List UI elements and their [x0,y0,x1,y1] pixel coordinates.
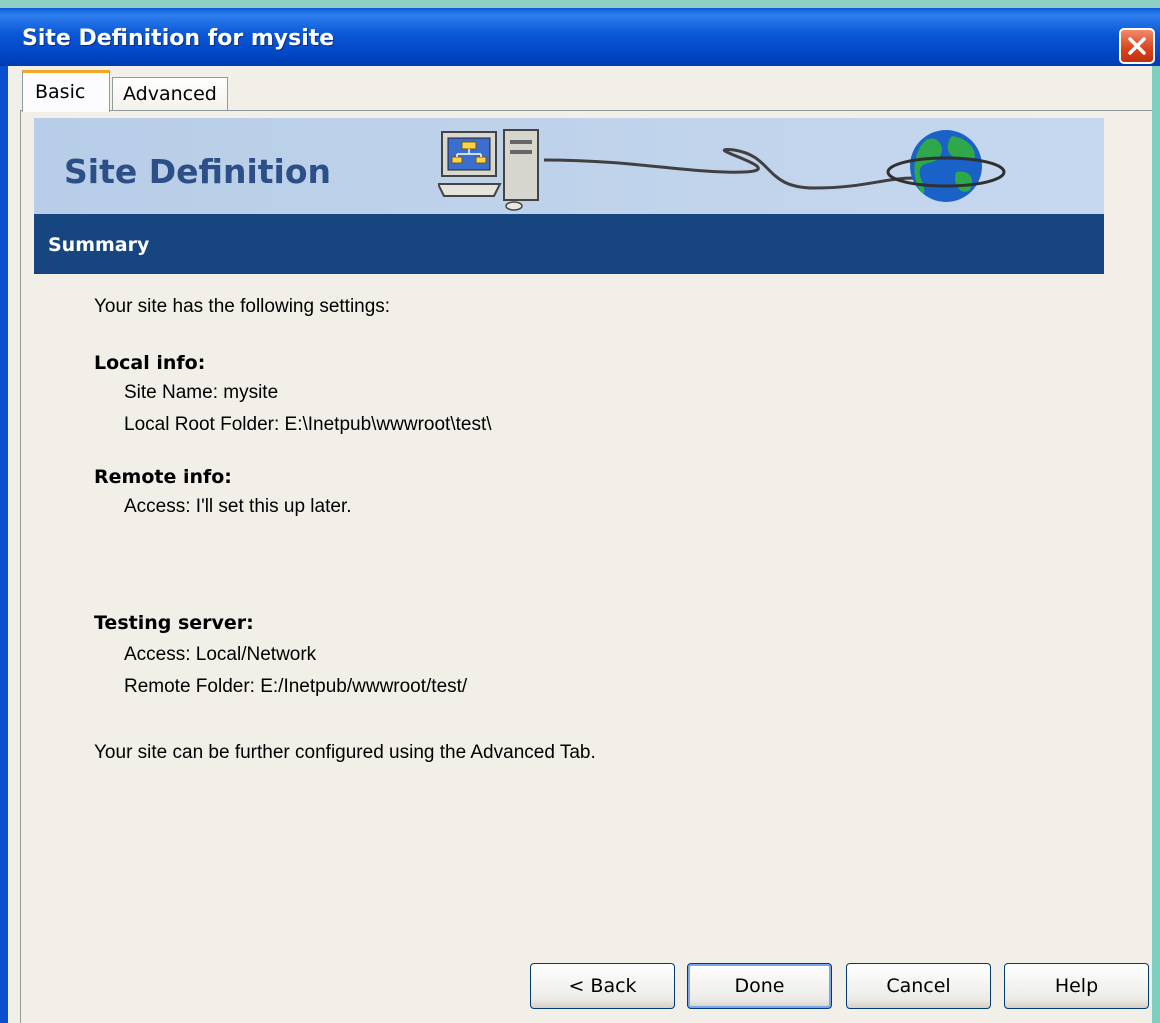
intro-text: Your site has the following settings: [94,296,391,317]
summary-title: Summary [48,234,150,256]
footer-note: Your site can be further configured usin… [94,742,596,763]
banner-title: Site Definition [64,152,332,191]
globe-icon [886,130,1006,202]
summary-bar: Summary [34,214,1104,274]
close-icon [1128,37,1146,55]
window-frame-right [1152,66,1160,1023]
done-button[interactable]: Done [687,963,832,1009]
testing-server-heading: Testing server: [94,612,254,634]
help-button[interactable]: Help [1004,963,1149,1009]
tab-basic[interactable]: Basic [22,70,110,112]
site-name-value: Site Name: mysite [124,382,279,403]
testing-access-value: Access: Local/Network [124,644,317,665]
remote-folder-value: Remote Folder: E:/Inetpub/wwwroot/test/ [124,676,468,697]
computer-icon [438,129,539,211]
back-button[interactable]: < Back [530,963,675,1009]
close-button[interactable] [1119,28,1155,64]
header-banner: Site Definition [34,118,1104,214]
tab-advanced-label: Advanced [123,83,217,105]
network-cable [544,148,914,190]
local-info-heading: Local info: [94,352,206,374]
remote-info-heading: Remote info: [94,466,232,488]
cancel-button[interactable]: Cancel [846,963,991,1009]
tab-advanced[interactable]: Advanced [112,77,228,111]
site-definition-dialog: Site Definition for mysite Basic Advance… [0,0,1160,1023]
remote-access-value: Access: I'll set this up later. [124,496,352,517]
local-root-folder-value: Local Root Folder: E:\Inetpub\wwwroot\te… [124,414,492,435]
tab-strip: Basic Advanced [8,66,1152,112]
window-frame-left [0,66,8,1023]
window-title: Site Definition for mysite [22,26,335,51]
title-bar[interactable]: Site Definition for mysite [0,0,1160,66]
tab-basic-label: Basic [35,81,86,103]
